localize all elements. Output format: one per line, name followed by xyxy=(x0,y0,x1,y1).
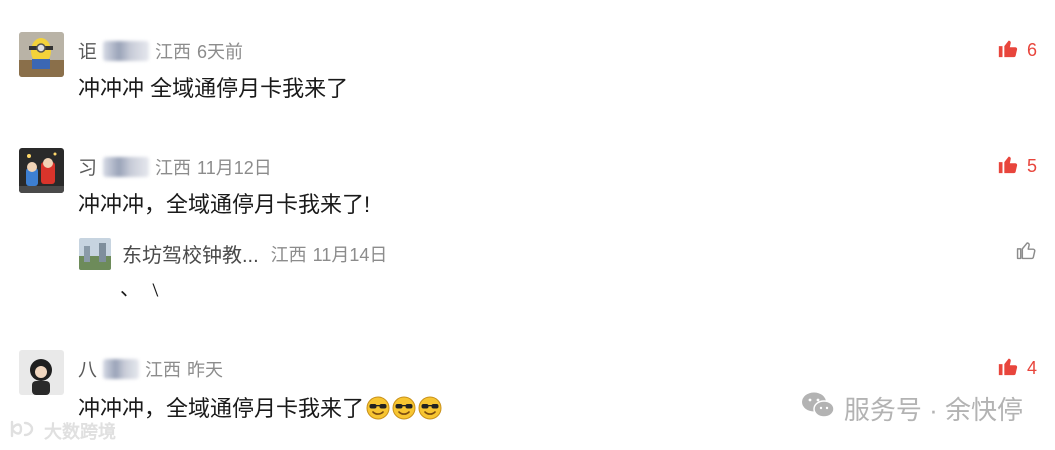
thumbs-up-icon xyxy=(997,37,1019,64)
reply-like-button[interactable] xyxy=(1015,239,1037,266)
cool-sunglasses-emoji-icon xyxy=(418,396,442,420)
comment-text-content: 冲冲冲，全域通停月卡我来了 xyxy=(78,396,365,421)
like-count: 4 xyxy=(1026,358,1037,378)
avatar[interactable] xyxy=(19,32,64,77)
like-button[interactable]: 4 xyxy=(997,355,1037,382)
comment-meta: 八 江西 昨天 xyxy=(78,355,223,382)
thumbs-up-icon xyxy=(997,153,1019,180)
thumbs-up-icon xyxy=(997,355,1019,382)
blurred-name xyxy=(103,40,150,61)
watermark-left-text: 大数跨境 xyxy=(44,422,116,442)
watermark: 服务号 · 余快停 xyxy=(800,390,1023,427)
like-button[interactable]: 5 xyxy=(997,153,1037,180)
comment-location: 江西 xyxy=(155,157,192,178)
reply-avatar[interactable] xyxy=(79,238,111,270)
blurred-name xyxy=(103,156,150,177)
reply-author-name[interactable]: 东坊驾校钟教... xyxy=(122,239,259,268)
comment-text: 冲冲冲，全域通停月卡我来了 xyxy=(78,391,442,423)
thumbs-up-outline-icon xyxy=(1015,239,1037,266)
comment-meta: 习 江西 11月12日 xyxy=(78,153,272,180)
commenter-name[interactable]: 八 xyxy=(78,355,97,382)
watermark-text: 服务号 · 余快停 xyxy=(843,395,1023,425)
reply-time: 11月14日 xyxy=(312,244,388,265)
cool-sunglasses-emoji-icon xyxy=(392,396,416,420)
watermark-left: 大数跨境 xyxy=(8,418,116,444)
reply-meta: 东坊驾校钟教... 江西 11月14日 xyxy=(122,239,387,268)
comment-text: 冲冲冲 全域通停月卡我来了 xyxy=(78,76,349,101)
comment-location: 江西 xyxy=(155,41,192,62)
comment-text: 冲冲冲，全域通停月卡我来了! xyxy=(78,192,371,217)
avatar[interactable] xyxy=(19,350,64,395)
comment-meta: 讵 江西 6天前 xyxy=(78,37,243,64)
like-count: 5 xyxy=(1026,156,1037,176)
blurred-name xyxy=(103,358,140,379)
reply-location: 江西 xyxy=(270,244,307,265)
commenter-name[interactable]: 讵 xyxy=(78,37,97,64)
cool-sunglasses-emoji-icon xyxy=(366,396,390,420)
commenter-name[interactable]: 习 xyxy=(78,153,97,180)
comment-time: 6天前 xyxy=(197,41,244,62)
comment-location: 江西 xyxy=(145,359,182,380)
reply-text: 、 ﹨ xyxy=(120,278,166,300)
avatar[interactable] xyxy=(19,148,64,193)
watermark-logo-icon xyxy=(8,419,38,444)
comment-time: 11月12日 xyxy=(197,157,272,178)
like-button[interactable]: 6 xyxy=(997,37,1037,64)
wechat-icon xyxy=(800,390,836,427)
like-count: 6 xyxy=(1026,40,1037,60)
comment-time: 昨天 xyxy=(187,359,224,380)
